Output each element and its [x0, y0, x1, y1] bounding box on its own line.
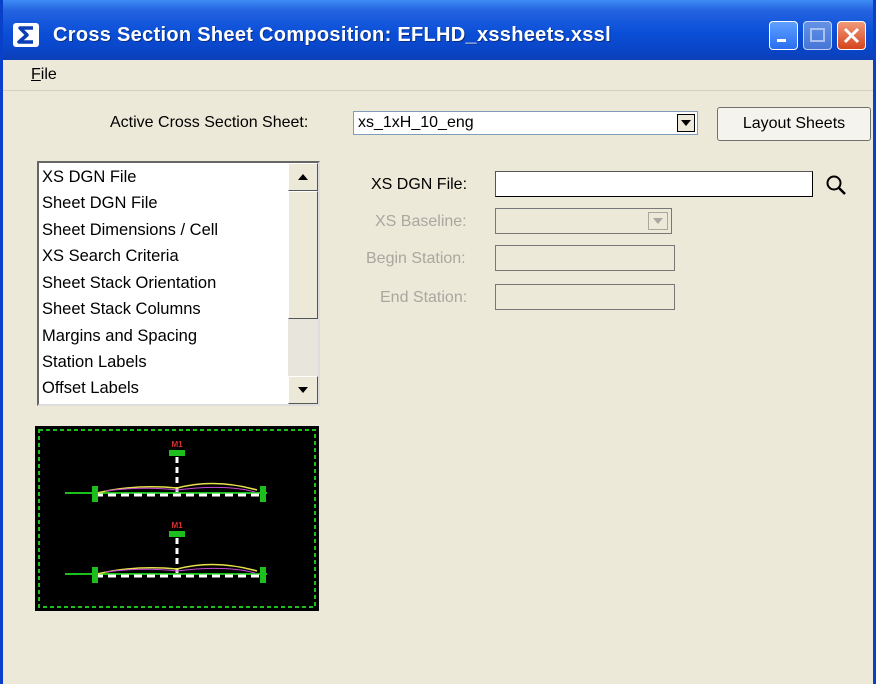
active-sheet-label: Active Cross Section Sheet: [110, 114, 309, 131]
xs-dgn-file-label: XS DGN File: [371, 176, 468, 193]
chevron-down-icon [298, 387, 308, 393]
list-item[interactable]: Sheet Stack Columns [42, 300, 201, 319]
window-title: Cross Section Sheet Composition: EFLHD_x… [53, 24, 611, 46]
sheet-preview: M1 M1 [35, 426, 319, 611]
cross-section-top [65, 450, 267, 502]
dialog-window: Cross Section Sheet Composition: EFLHD_x… [0, 0, 876, 684]
chevron-down-icon [653, 218, 663, 224]
menu-bar: File [3, 60, 873, 91]
xs-baseline-label: XS Baseline: [375, 213, 467, 230]
xs-baseline-dropdown[interactable] [495, 208, 672, 234]
search-icon[interactable] [823, 172, 851, 198]
minimize-icon [777, 39, 786, 42]
sheet-border [38, 429, 316, 608]
list-item[interactable]: Sheet DGN File [42, 194, 158, 213]
dropdown-arrow-button[interactable] [677, 114, 695, 132]
begin-station-label: Begin Station: [366, 250, 466, 267]
list-item[interactable]: Sheet Stack Orientation [42, 274, 216, 293]
begin-station-input[interactable] [495, 245, 675, 271]
scroll-thumb[interactable] [288, 191, 318, 319]
end-station-input[interactable] [495, 284, 675, 310]
category-list[interactable]: XS DGN File Sheet DGN File Sheet Dimensi… [37, 161, 320, 406]
list-item[interactable]: Sheet Dimensions / Cell [42, 221, 218, 240]
marker-label-top: M1 [171, 440, 183, 449]
chevron-down-icon [681, 120, 691, 126]
end-station-label: End Station: [380, 289, 468, 306]
close-button[interactable] [837, 21, 866, 50]
list-item[interactable]: Station Labels [42, 353, 147, 372]
maximize-icon [810, 28, 825, 42]
minimize-button[interactable] [769, 21, 798, 50]
scroll-up-button[interactable] [288, 163, 318, 191]
active-sheet-dropdown[interactable]: xs_1xH_10_eng [353, 111, 698, 135]
cross-section-bottom [65, 531, 267, 583]
chevron-up-icon [298, 174, 308, 180]
list-item[interactable]: Offset Labels [42, 379, 139, 398]
layout-sheets-button[interactable]: Layout Sheets [717, 107, 871, 141]
list-scrollbar[interactable] [288, 163, 318, 404]
list-item[interactable]: Margins and Spacing [42, 327, 197, 346]
baseline-dropdown-arrow[interactable] [648, 212, 668, 230]
list-item[interactable]: XS DGN File [42, 168, 136, 187]
menu-file[interactable]: File [31, 66, 57, 84]
app-icon [13, 23, 39, 47]
active-sheet-value: xs_1xH_10_eng [358, 114, 474, 131]
title-bar[interactable]: Cross Section Sheet Composition: EFLHD_x… [3, 0, 873, 60]
xs-dgn-file-input[interactable] [495, 171, 813, 197]
marker-label-bottom: M1 [171, 521, 183, 530]
close-icon [843, 27, 860, 44]
maximize-button[interactable] [803, 21, 832, 50]
scroll-down-button[interactable] [288, 376, 318, 404]
sheet-layout-thumbnail: M1 M1 [38, 429, 316, 608]
list-item[interactable]: XS Search Criteria [42, 247, 179, 266]
